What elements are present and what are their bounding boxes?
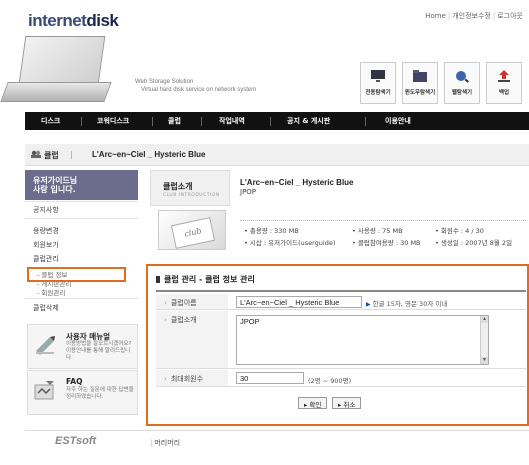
nav-board[interactable]: 공지 & 게시판 bbox=[287, 116, 330, 126]
hero-tagline: Web Storage Solution Virtual hard disk s… bbox=[135, 79, 257, 93]
club-icon bbox=[31, 150, 41, 158]
top-links: Home | 개인정보수정 | 로그아웃 bbox=[425, 12, 523, 20]
stat-usage: • 클럽참여용량 : 30 MB bbox=[352, 239, 421, 247]
backup-icon bbox=[498, 70, 510, 82]
club-name-input[interactable]: L'Arc~en~Ciel _ Hysteric Blue bbox=[236, 296, 362, 308]
club-info-form: 클럽 관리 - 클럽 정보 관리 클럽이름 L'Arc~en~Ciel _ Hy… bbox=[146, 264, 529, 426]
sidebar-item-notice[interactable]: 공지사항 bbox=[33, 205, 59, 215]
sidebar-item-delete-club[interactable]: 클럽삭제 bbox=[33, 303, 59, 313]
logo[interactable]: internetdisk bbox=[28, 11, 119, 31]
max-members-hint: (2명 ~ 900명) bbox=[308, 377, 352, 385]
club-genre: JPOP bbox=[240, 188, 257, 196]
user-manual-card[interactable]: 사용자 매뉴얼 이용방법을 잘모르시겠어요? 이용안내를 통해 알려드립니다. bbox=[27, 324, 138, 369]
club-stats: • 총용량 : 330 MB • 사용량 : 75 MB • 회원수 : 4 /… bbox=[240, 220, 526, 248]
max-members-input[interactable]: 30 bbox=[236, 372, 304, 384]
footer-logo: ESTsoft bbox=[55, 435, 97, 447]
club-intro: 클럽소개 CLUB INTRODUCTION club L'Arc~en~Cie… bbox=[150, 170, 529, 256]
club-intro-textarea[interactable]: JPOP ▲ ▼ bbox=[236, 315, 489, 365]
faq-card[interactable]: FAQ 자주 하는 질문에 대한 답변을 정리하였습니다. bbox=[27, 370, 138, 415]
sidebar-item-capacity[interactable]: 용량변경 bbox=[33, 226, 59, 236]
sidebar-item-member-manage[interactable]: - 회원관리 bbox=[37, 287, 65, 297]
home-link[interactable]: Home bbox=[425, 12, 446, 20]
club-intro-label: 클럽소개 CLUB INTRODUCTION bbox=[150, 170, 230, 206]
stat-used: • 사용량 : 75 MB bbox=[352, 227, 403, 235]
nav-club[interactable]: 클럽 bbox=[168, 116, 181, 126]
sidebar-item-members[interactable]: 회원보기 bbox=[33, 240, 59, 250]
stat-members: • 회원수 : 4 / 30 bbox=[435, 227, 484, 235]
club-image: club bbox=[158, 210, 226, 250]
folder-icon bbox=[413, 70, 427, 82]
quick-windows-explorer[interactable]: 윈도우탐색기 bbox=[402, 62, 438, 104]
user-greeting: 유저가이드님 사랑 입니다. bbox=[25, 170, 138, 200]
stat-sysop: • 시삽 : 유저가이드(userguide) bbox=[244, 239, 336, 247]
cancel-button[interactable]: ▸ 취소 bbox=[332, 397, 362, 409]
sidebar-item-club-manage[interactable]: 클럽관리 bbox=[33, 254, 59, 264]
manual-icon bbox=[36, 336, 55, 355]
club-info-highlight bbox=[27, 267, 126, 282]
globe-search-icon bbox=[456, 71, 469, 83]
page-title: 클럽 | L'Arc~en~Ciel _ Hysteric Blue bbox=[25, 144, 529, 166]
logout-link[interactable]: 로그아웃 bbox=[497, 12, 523, 20]
monitor-icon bbox=[371, 70, 385, 82]
form-heading: 클럽 관리 - 클럽 정보 관리 bbox=[156, 274, 255, 285]
edit-profile-link[interactable]: 개인정보수정 bbox=[452, 12, 491, 20]
club-name-title: L'Arc~en~Ciel _ Hysteric Blue bbox=[92, 150, 206, 159]
main-nav: 디스크 코워디스크 클럽 작업내역 공지 & 게시판 이용안내 bbox=[25, 112, 529, 130]
club-name-hint: ▶ 한글 15자, 영문 30자 이내 bbox=[366, 300, 448, 308]
nav-history[interactable]: 작업내역 bbox=[219, 116, 245, 126]
laptop-image bbox=[0, 36, 112, 106]
nav-guide[interactable]: 이용안내 bbox=[385, 116, 411, 126]
faq-icon bbox=[34, 381, 54, 400]
stat-total: • 총용량 : 330 MB bbox=[244, 227, 299, 235]
ok-button[interactable]: ▸ 확인 bbox=[298, 397, 328, 409]
footer-link[interactable]: | 머리머리 bbox=[150, 438, 180, 448]
quick-backup[interactable]: 백업 bbox=[486, 62, 522, 104]
club-name: L'Arc~en~Ciel _ Hysteric Blue bbox=[240, 178, 354, 187]
nav-cowork-disk[interactable]: 코워디스크 bbox=[97, 116, 129, 126]
nav-disk[interactable]: 디스크 bbox=[41, 116, 60, 126]
max-members-row: 최대회원수 30 (2명 ~ 900명) bbox=[156, 370, 526, 387]
quick-web-explorer[interactable]: 웹탐색기 bbox=[444, 62, 480, 104]
quick-dedicated-explorer[interactable]: 전용탐색기 bbox=[360, 62, 396, 104]
club-name-row: 클럽이름 L'Arc~en~Ciel _ Hysteric Blue ▶한글 1… bbox=[156, 294, 526, 310]
club-intro-row: 클럽소개 JPOP ▲▼ bbox=[156, 311, 526, 369]
stat-created: • 생성일 : 2007년 8월 2일 bbox=[435, 239, 513, 247]
textarea-scrollbar[interactable]: ▲ ▼ bbox=[480, 316, 488, 364]
